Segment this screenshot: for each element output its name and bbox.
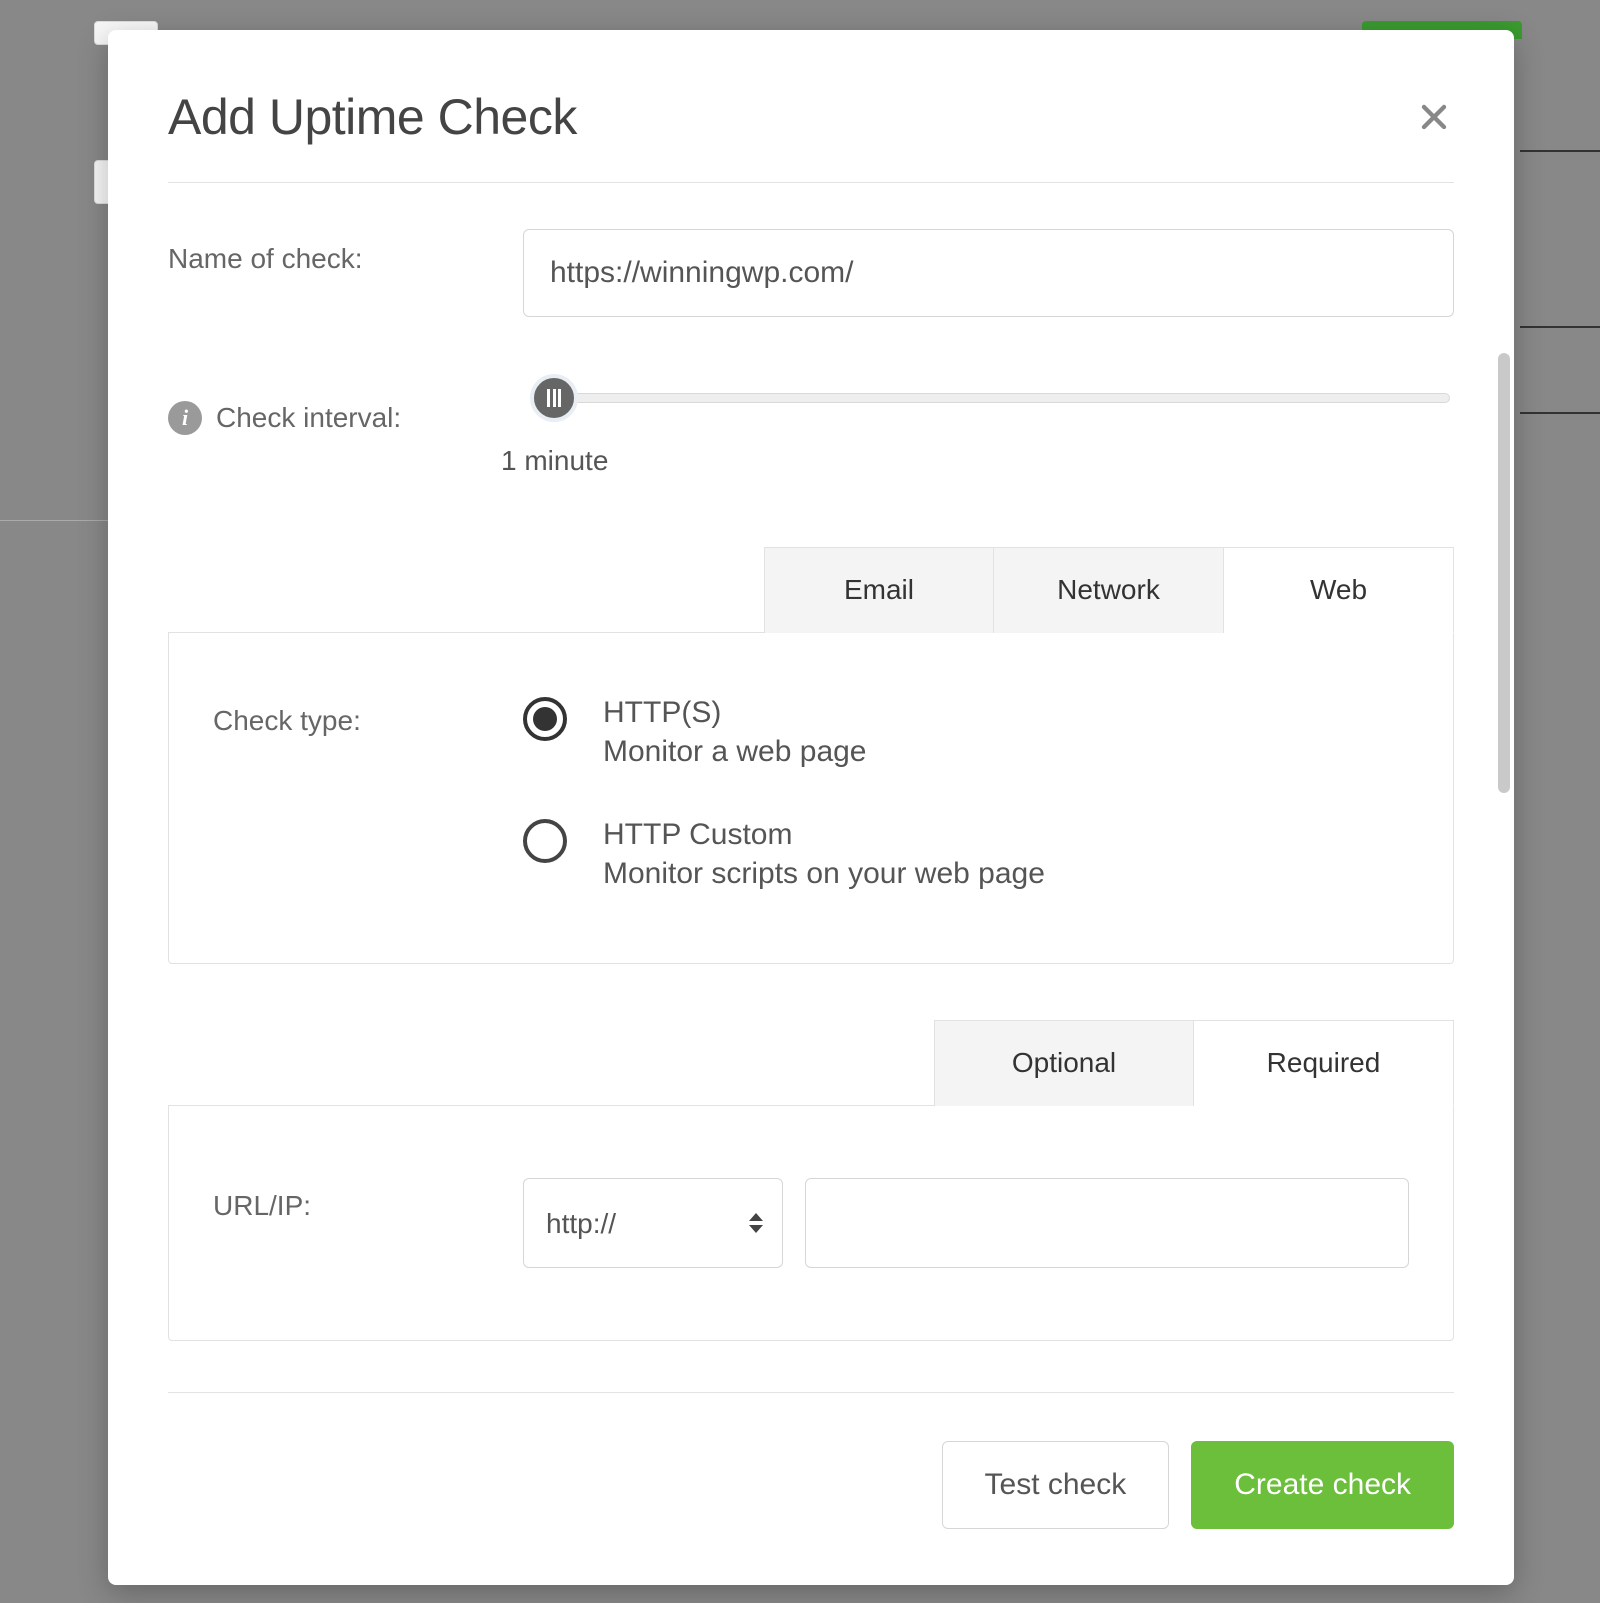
protocol-select-wrap: http:// [523,1178,783,1268]
label-check-interval: i Check interval: [168,387,523,435]
tab-network[interactable]: Network [994,547,1224,633]
create-check-button[interactable]: Create check [1191,1441,1454,1529]
protocol-select[interactable]: http:// [523,1178,783,1268]
tab-web[interactable]: Web [1224,547,1454,633]
modal-header: Add Uptime Check [108,30,1514,182]
scrollbar-thumb[interactable] [1498,353,1510,793]
radio-subtitle: Monitor scripts on your web page [603,854,1045,893]
radio-text-group: HTTP Custom Monitor scripts on your web … [603,815,1045,893]
tab-optional[interactable]: Optional [934,1020,1194,1106]
bg-line [0,520,108,521]
radio-https[interactable]: HTTP(S) Monitor a web page [523,693,1409,771]
info-icon[interactable]: i [168,401,202,435]
row-url-ip: URL/IP: http:// [213,1178,1409,1268]
radio-title: HTTP(S) [603,693,867,732]
modal-body: Name of check: i Check interval: 1 minut… [108,183,1514,1392]
category-tabs: Email Network Web [168,547,1454,633]
bg-line [1520,326,1600,328]
radio-dot [533,707,557,731]
row-check-type: Check type: HTTP(S) Monitor a web page [213,693,1409,893]
close-button[interactable] [1414,97,1454,137]
label-text: Check interval: [216,402,401,434]
radio-indicator-unchecked [523,819,567,863]
tab-required[interactable]: Required [1194,1020,1454,1106]
close-icon [1419,102,1449,132]
label-text: Name of check: [168,243,363,275]
modal-footer: Test check Create check [108,1393,1514,1585]
interval-slider[interactable] [551,393,1450,403]
tab-email[interactable]: Email [764,547,994,633]
control-check-interval: 1 minute [523,387,1454,477]
name-of-check-input[interactable] [523,229,1454,317]
check-type-options: HTTP(S) Monitor a web page HTTP Custom M… [523,693,1409,893]
row-check-interval: i Check interval: 1 minute [168,387,1454,477]
url-input[interactable] [805,1178,1409,1268]
label-check-type: Check type: [213,693,523,737]
bg-line [1520,412,1600,414]
control-name-of-check [523,229,1454,317]
field-tabs: Optional Required [168,1020,1454,1106]
check-type-pane: Check type: HTTP(S) Monitor a web page [168,632,1454,964]
interval-value: 1 minute [501,445,1454,477]
label-url-ip: URL/IP: [213,1178,523,1222]
radio-indicator-checked [523,697,567,741]
url-controls: http:// [523,1178,1409,1268]
spacer [168,1341,1454,1392]
test-check-button[interactable]: Test check [942,1441,1170,1529]
row-name-of-check: Name of check: [168,229,1454,317]
url-pane: URL/IP: http:// [168,1105,1454,1341]
radio-http-custom[interactable]: HTTP Custom Monitor scripts on your web … [523,815,1409,893]
modal-title: Add Uptime Check [168,88,577,146]
slider-thumb[interactable] [530,374,578,422]
add-uptime-check-modal: Add Uptime Check Name of check: i Check … [108,30,1514,1585]
bg-line [1520,150,1600,152]
radio-subtitle: Monitor a web page [603,732,867,771]
radio-text-group: HTTP(S) Monitor a web page [603,693,867,771]
radio-title: HTTP Custom [603,815,1045,854]
label-name-of-check: Name of check: [168,229,523,275]
